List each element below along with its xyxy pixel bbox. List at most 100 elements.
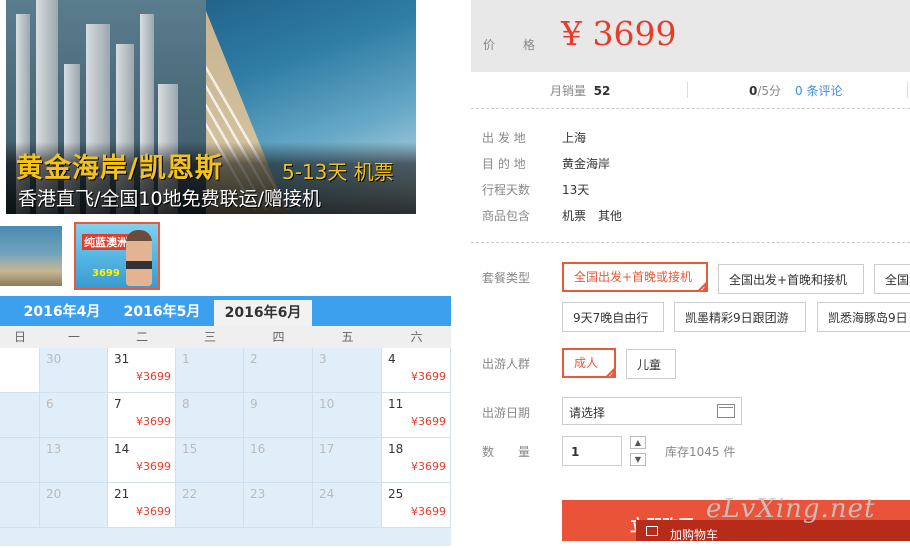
stats-divider bbox=[907, 82, 908, 98]
calendar-day-number: 3 bbox=[319, 352, 327, 366]
calendar-day: 2 bbox=[244, 348, 313, 393]
info-value-days: 13天 bbox=[562, 183, 590, 197]
calendar-day: 15 bbox=[176, 438, 244, 483]
tab-month-april[interactable]: 2016年4月 bbox=[16, 296, 108, 326]
calendar-day bbox=[0, 348, 40, 393]
thumbnail-price: 3699 bbox=[92, 268, 120, 279]
monthly-sales-value: 52 bbox=[593, 84, 611, 98]
package-option-1[interactable]: 全国出发+首晚或接机 bbox=[562, 262, 708, 294]
calendar-day-number: 24 bbox=[319, 487, 335, 501]
calendar-day-number: 10 bbox=[319, 397, 335, 411]
calendar-day-number: 7 bbox=[114, 397, 122, 411]
calendar-day[interactable]: 11 ¥3699 bbox=[382, 393, 451, 438]
calendar-day[interactable]: 25 ¥3699 bbox=[382, 483, 451, 528]
package-option-6[interactable]: 凯悉海豚岛9日 bbox=[817, 302, 910, 332]
info-label-origin: 出 发 地 bbox=[482, 131, 526, 145]
calendar-day[interactable]: 4 ¥3699 bbox=[382, 348, 451, 393]
date-placeholder: 请选择 bbox=[569, 406, 606, 420]
weekday-label: 一 bbox=[67, 330, 80, 344]
calendar-day[interactable]: 14 ¥3699 bbox=[108, 438, 176, 483]
calendar-day-number: 6 bbox=[46, 397, 54, 411]
calendar-day-number: 1 bbox=[182, 352, 190, 366]
package-option-3[interactable]: 全国 bbox=[874, 264, 910, 294]
tab-month-june[interactable]: 2016年6月 bbox=[214, 300, 312, 326]
calendar-day: 10 bbox=[313, 393, 382, 438]
calendar-day[interactable]: 7 ¥3699 bbox=[108, 393, 176, 438]
quantity-label: 数 量 bbox=[482, 445, 531, 459]
calendar-day[interactable]: 31 ¥3699 bbox=[108, 348, 176, 393]
weekday-label: 六 bbox=[410, 330, 423, 344]
thumbnail-pure-blue-australia[interactable]: 纯蓝澳洲 3699 bbox=[74, 222, 160, 290]
calendar-day: 1 bbox=[176, 348, 244, 393]
weekday-label: 五 bbox=[341, 330, 354, 344]
calendar-icon[interactable] bbox=[717, 404, 735, 418]
hero-subtitle: 香港直飞/全国10地免费联运/赠接机 bbox=[18, 188, 321, 210]
calendar-day-price: ¥3699 bbox=[411, 460, 446, 473]
weekday-label: 四 bbox=[272, 330, 285, 344]
watermark: eLvXing.net bbox=[706, 494, 876, 524]
package-option-5[interactable]: 凯墨精彩9日跟团游 bbox=[674, 302, 806, 332]
add-to-cart-label: 加购物车 bbox=[670, 528, 719, 542]
comments-link[interactable]: 0 条评论 bbox=[795, 82, 842, 99]
calendar-day-price: ¥3699 bbox=[136, 370, 171, 383]
info-label-destination: 目 的 地 bbox=[482, 157, 526, 171]
calendar-day: 17 bbox=[313, 438, 382, 483]
quantity-up-icon[interactable]: ▲ bbox=[630, 436, 646, 449]
tab-month-may[interactable]: 2016年5月 bbox=[116, 296, 208, 326]
calendar-day: 16 bbox=[244, 438, 313, 483]
calendar-day-number: 14 bbox=[114, 442, 130, 456]
package-option-2[interactable]: 全国出发+首晚和接机 bbox=[718, 264, 864, 294]
package-option-4[interactable]: 9天7晚自由行 bbox=[562, 302, 664, 332]
calendar-day-number: 21 bbox=[114, 487, 130, 501]
calendar-day-number: 8 bbox=[182, 397, 190, 411]
info-value-includes: 机票 其他 bbox=[562, 209, 623, 223]
calendar-day-price: ¥3699 bbox=[136, 505, 171, 518]
calendar-day-number: 15 bbox=[182, 442, 198, 456]
calendar-day: 13 bbox=[40, 438, 108, 483]
sales-stats: 月销量 52 0/5分 0 条评论 bbox=[471, 72, 910, 109]
calendar-day-number: 31 bbox=[114, 352, 130, 366]
calendar-day: 23 bbox=[244, 483, 313, 528]
calendar-day-number: 4 bbox=[388, 352, 396, 366]
info-label-days: 行程天数 bbox=[482, 183, 531, 197]
calendar-day: 22 bbox=[176, 483, 244, 528]
hero-title: 黄金海岸/凯恩斯 bbox=[16, 153, 223, 184]
calendar-day[interactable]: 21 ¥3699 bbox=[108, 483, 176, 528]
calendar-day-number: 16 bbox=[250, 442, 266, 456]
calendar-day: 6 bbox=[40, 393, 108, 438]
weekday-label: 日 bbox=[13, 330, 26, 344]
monthly-sales: 月销量 52 bbox=[550, 82, 610, 99]
stats-divider bbox=[687, 82, 688, 98]
calendar-day[interactable]: 18 ¥3699 bbox=[382, 438, 451, 483]
group-label: 出游人群 bbox=[482, 357, 531, 371]
quantity-input[interactable]: 1 bbox=[562, 436, 622, 466]
calendar-weekday-header: 日一二三四五六 bbox=[0, 326, 451, 348]
calendar-month-tabs: 2016年4月 2016年5月 2016年6月 bbox=[0, 296, 451, 326]
calendar-day: 3 bbox=[313, 348, 382, 393]
weekday-label: 三 bbox=[203, 330, 216, 344]
monthly-sales-label: 月销量 bbox=[550, 84, 587, 98]
stock-count: 库存1045 件 bbox=[665, 445, 736, 459]
calendar-day-price: ¥3699 bbox=[136, 460, 171, 473]
quantity-down-icon[interactable]: ▼ bbox=[630, 453, 646, 466]
date-picker-input[interactable]: 请选择 bbox=[562, 397, 742, 425]
price-value: ¥ 3699 bbox=[561, 14, 677, 53]
thumbnail-gold-coast[interactable] bbox=[0, 226, 62, 286]
info-value-destination: 黄金海岸 bbox=[562, 157, 611, 171]
calendar-day-price: ¥3699 bbox=[411, 370, 446, 383]
thumbnail-figure bbox=[126, 230, 152, 286]
calendar-day-number: 13 bbox=[46, 442, 62, 456]
calendar-day-price: ¥3699 bbox=[136, 415, 171, 428]
group-option-child[interactable]: 儿童 bbox=[626, 349, 676, 379]
calendar-day-number: 25 bbox=[388, 487, 404, 501]
group-option-adult[interactable]: 成人 bbox=[562, 348, 616, 380]
calendar-day-price: ¥3699 bbox=[411, 505, 446, 518]
calendar-day: 20 bbox=[40, 483, 108, 528]
package-label: 套餐类型 bbox=[482, 271, 531, 285]
price-box: 价 格 ¥ 3699 bbox=[471, 0, 910, 72]
cart-icon bbox=[646, 526, 658, 536]
calendar-grid: 30 31 ¥3699 1 2 3 4 ¥3699 6 7 ¥3699 8 9 10 11 ¥3699 13 14… bbox=[0, 348, 451, 548]
calendar-day-number: 17 bbox=[319, 442, 335, 456]
calendar-day: 8 bbox=[176, 393, 244, 438]
calendar-day-number: 9 bbox=[250, 397, 258, 411]
